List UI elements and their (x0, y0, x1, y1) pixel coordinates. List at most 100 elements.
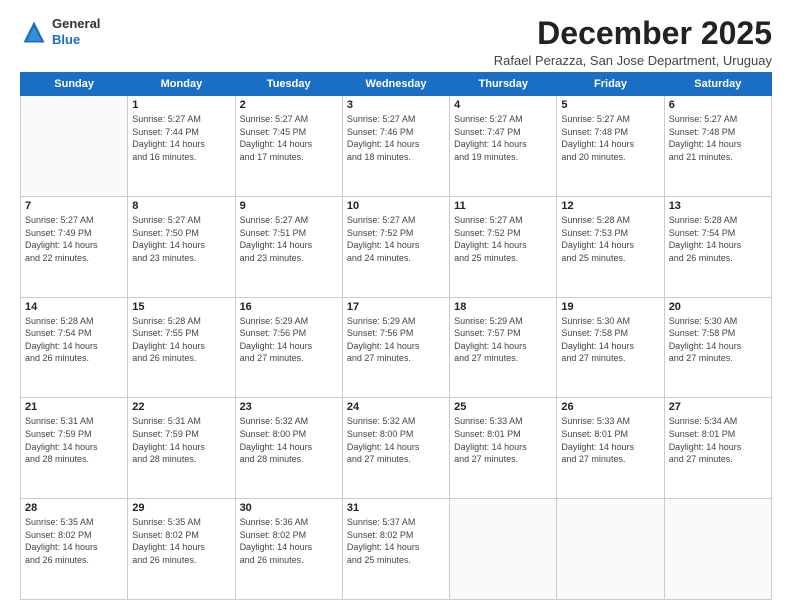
day-number: 28 (25, 502, 123, 514)
calendar-header-row: Sunday Monday Tuesday Wednesday Thursday… (21, 73, 772, 96)
table-row: 26Sunrise: 5:33 AM Sunset: 8:01 PM Dayli… (557, 398, 664, 499)
day-info: Sunrise: 5:27 AM Sunset: 7:51 PM Dayligh… (240, 214, 338, 264)
month-title: December 2025 (494, 16, 772, 51)
table-row: 19 Sunrise: 5:30 AM Sunset: 7:58 PM Dayli… (557, 297, 664, 398)
day-info: Sunrise: 5:27 AM Sunset: 7:48 PM Dayligh… (669, 113, 767, 163)
day-number: 22 (132, 401, 230, 413)
logo-blue: Blue (52, 32, 100, 48)
day-number: 3 (347, 99, 445, 111)
day-info: Sunrise: 5:37 AM Sunset: 8:02 PM Dayligh… (347, 516, 445, 566)
day-info: Sunrise: 5:29 AM Sunset: 7:56 PM Dayligh… (347, 315, 445, 365)
day-info: Sunrise: 5:34 AM Sunset: 8:01 PM Dayligh… (669, 415, 767, 465)
calendar-week-4: 21 Sunrise: 5:31 AM Sunset: 7:59 PM Dayli… (21, 398, 772, 499)
day-info: Sunrise: 5:28 AM Sunset: 7:54 PM Dayligh… (669, 214, 767, 264)
col-monday: Monday (128, 73, 235, 96)
day-number: 27 (669, 401, 767, 413)
day-number: 15 (132, 301, 230, 313)
table-row: 30 Sunrise: 5:36 AM Sunset: 8:02 PM Dayli… (235, 499, 342, 600)
day-number: 6 (669, 99, 767, 111)
table-row (450, 499, 557, 600)
day-number: 20 (669, 301, 767, 313)
day-info: Sunrise: 5:27 AM Sunset: 7:49 PM Dayligh… (25, 214, 123, 264)
logo: General Blue (20, 16, 100, 47)
logo-general: General (52, 16, 100, 32)
day-info: Sunrise: 5:30 AM Sunset: 7:58 PM Dayligh… (561, 315, 659, 365)
day-number: 21 (25, 401, 123, 413)
day-info: Sunrise: 5:28 AM Sunset: 7:53 PM Dayligh… (561, 214, 659, 264)
day-number: 4 (454, 99, 552, 111)
table-row: 21 Sunrise: 5:31 AM Sunset: 7:59 PM Dayli… (21, 398, 128, 499)
table-row: 28Sunrise: 5:35 AM Sunset: 8:02 PM Dayli… (21, 499, 128, 600)
day-number: 16 (240, 301, 338, 313)
day-number: 9 (240, 200, 338, 212)
day-number: 30 (240, 502, 338, 514)
day-number: 31 (347, 502, 445, 514)
col-tuesday: Tuesday (235, 73, 342, 96)
calendar-week-3: 14 Sunrise: 5:28 AM Sunset: 7:54 PM Dayli… (21, 297, 772, 398)
day-number: 19 (561, 301, 659, 313)
table-row: 2 Sunrise: 5:27 AM Sunset: 7:45 PM Daylig… (235, 96, 342, 197)
day-number: 10 (347, 200, 445, 212)
table-row: 7 Sunrise: 5:27 AM Sunset: 7:49 PM Daylig… (21, 196, 128, 297)
day-number: 17 (347, 301, 445, 313)
table-row: 16 Sunrise: 5:29 AM Sunset: 7:56 PM Dayli… (235, 297, 342, 398)
table-row: 6 Sunrise: 5:27 AM Sunset: 7:48 PM Daylig… (664, 96, 771, 197)
day-number: 1 (132, 99, 230, 111)
table-row: 11Sunrise: 5:27 AM Sunset: 7:52 PM Dayli… (450, 196, 557, 297)
day-number: 14 (25, 301, 123, 313)
day-number: 12 (561, 200, 659, 212)
table-row (557, 499, 664, 600)
day-info: Sunrise: 5:35 AM Sunset: 8:02 PM Dayligh… (132, 516, 230, 566)
table-row: 27 Sunrise: 5:34 AM Sunset: 8:01 PM Dayli… (664, 398, 771, 499)
day-number: 29 (132, 502, 230, 514)
day-info: Sunrise: 5:28 AM Sunset: 7:55 PM Dayligh… (132, 315, 230, 365)
table-row: 14 Sunrise: 5:28 AM Sunset: 7:54 PM Dayli… (21, 297, 128, 398)
table-row (21, 96, 128, 197)
day-info: Sunrise: 5:27 AM Sunset: 7:46 PM Dayligh… (347, 113, 445, 163)
table-row: 9 Sunrise: 5:27 AM Sunset: 7:51 PM Daylig… (235, 196, 342, 297)
day-info: Sunrise: 5:31 AM Sunset: 7:59 PM Dayligh… (132, 415, 230, 465)
col-friday: Friday (557, 73, 664, 96)
day-number: 24 (347, 401, 445, 413)
day-info: Sunrise: 5:31 AM Sunset: 7:59 PM Dayligh… (25, 415, 123, 465)
day-info: Sunrise: 5:29 AM Sunset: 7:56 PM Dayligh… (240, 315, 338, 365)
table-row: 5Sunrise: 5:27 AM Sunset: 7:48 PM Daylig… (557, 96, 664, 197)
table-row: 31 Sunrise: 5:37 AM Sunset: 8:02 PM Dayli… (342, 499, 449, 600)
calendar-week-1: 1 Sunrise: 5:27 AM Sunset: 7:44 PM Daylig… (21, 96, 772, 197)
logo-icon (20, 18, 48, 46)
day-number: 23 (240, 401, 338, 413)
table-row: 15 Sunrise: 5:28 AM Sunset: 7:55 PM Dayli… (128, 297, 235, 398)
table-row: 23 Sunrise: 5:32 AM Sunset: 8:00 PM Dayli… (235, 398, 342, 499)
day-number: 8 (132, 200, 230, 212)
day-info: Sunrise: 5:27 AM Sunset: 7:45 PM Dayligh… (240, 113, 338, 163)
table-row: 1 Sunrise: 5:27 AM Sunset: 7:44 PM Daylig… (128, 96, 235, 197)
table-row (664, 499, 771, 600)
table-row: 18 Sunrise: 5:29 AM Sunset: 7:57 PM Dayli… (450, 297, 557, 398)
title-area: December 2025 Rafael Perazza, San Jose D… (494, 16, 772, 68)
day-info: Sunrise: 5:36 AM Sunset: 8:02 PM Dayligh… (240, 516, 338, 566)
header: General Blue December 2025 Rafael Perazz… (20, 16, 772, 68)
table-row: 8Sunrise: 5:27 AM Sunset: 7:50 PM Daylig… (128, 196, 235, 297)
table-row: 4Sunrise: 5:27 AM Sunset: 7:47 PM Daylig… (450, 96, 557, 197)
day-info: Sunrise: 5:28 AM Sunset: 7:54 PM Dayligh… (25, 315, 123, 365)
day-info: Sunrise: 5:33 AM Sunset: 8:01 PM Dayligh… (454, 415, 552, 465)
day-info: Sunrise: 5:27 AM Sunset: 7:44 PM Dayligh… (132, 113, 230, 163)
col-wednesday: Wednesday (342, 73, 449, 96)
logo-text: General Blue (52, 16, 100, 47)
day-info: Sunrise: 5:29 AM Sunset: 7:57 PM Dayligh… (454, 315, 552, 365)
table-row: 13 Sunrise: 5:28 AM Sunset: 7:54 PM Dayli… (664, 196, 771, 297)
day-number: 7 (25, 200, 123, 212)
table-row: 20 Sunrise: 5:30 AM Sunset: 7:58 PM Dayli… (664, 297, 771, 398)
day-number: 26 (561, 401, 659, 413)
table-row: 3 Sunrise: 5:27 AM Sunset: 7:46 PM Daylig… (342, 96, 449, 197)
col-sunday: Sunday (21, 73, 128, 96)
day-number: 2 (240, 99, 338, 111)
day-number: 13 (669, 200, 767, 212)
day-number: 11 (454, 200, 552, 212)
subtitle: Rafael Perazza, San Jose Department, Uru… (494, 53, 772, 68)
table-row: 25Sunrise: 5:33 AM Sunset: 8:01 PM Dayli… (450, 398, 557, 499)
table-row: 29 Sunrise: 5:35 AM Sunset: 8:02 PM Dayli… (128, 499, 235, 600)
day-info: Sunrise: 5:32 AM Sunset: 8:00 PM Dayligh… (240, 415, 338, 465)
day-number: 18 (454, 301, 552, 313)
day-info: Sunrise: 5:30 AM Sunset: 7:58 PM Dayligh… (669, 315, 767, 365)
